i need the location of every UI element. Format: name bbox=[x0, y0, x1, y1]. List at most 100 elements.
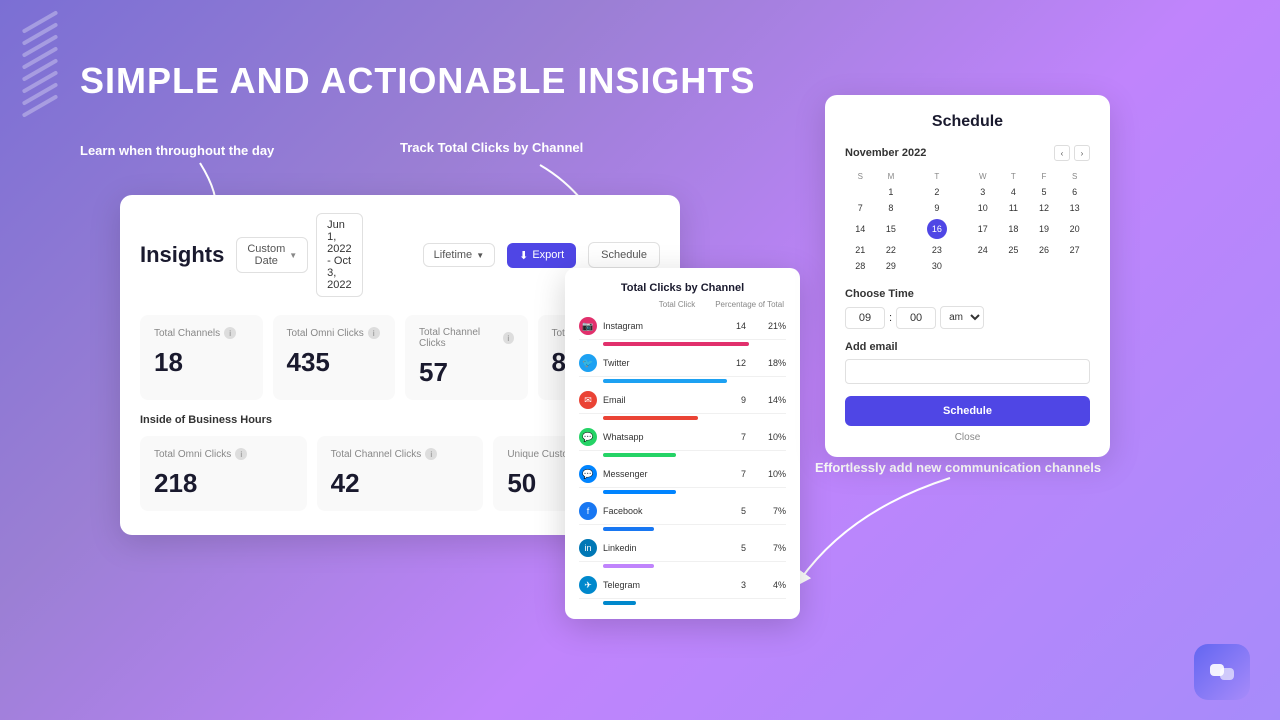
annotation-effortless-channels: Effortlessly add new communication chann… bbox=[815, 460, 1101, 475]
calendar-day[interactable]: 14 bbox=[845, 216, 876, 242]
metric-card-channel-biz: Total Channel Clicks i 42 bbox=[317, 436, 484, 511]
calendar-day[interactable]: 10 bbox=[967, 200, 998, 216]
calendar-day[interactable]: 3 bbox=[967, 184, 998, 200]
metric-value: 435 bbox=[287, 347, 382, 378]
channel-row: ✈ Telegram 3 4% bbox=[579, 572, 786, 609]
calendar-day[interactable]: 23 bbox=[906, 242, 967, 258]
info-icon: i bbox=[425, 448, 437, 460]
calendar-day[interactable]: 13 bbox=[1059, 200, 1090, 216]
metric-value: 18 bbox=[154, 347, 249, 378]
calendar-day[interactable]: 22 bbox=[876, 242, 907, 258]
calendar-day[interactable]: 21 bbox=[845, 242, 876, 258]
add-email-section: Add email bbox=[845, 341, 1090, 384]
calendar-body: 1234567891011121314151617181920212223242… bbox=[845, 184, 1090, 274]
metric-card-channel-clicks: Total Channel Clicks i 57 bbox=[405, 315, 528, 400]
custom-date-button[interactable]: Custom Date ▼ bbox=[236, 237, 308, 273]
calendar-day[interactable]: 9 bbox=[906, 200, 967, 216]
metric-value: 42 bbox=[331, 468, 470, 499]
metric-label: Total Channel Clicks i bbox=[331, 448, 470, 460]
logo-icon bbox=[1206, 656, 1238, 688]
calendar-day[interactable]: 2 bbox=[906, 184, 967, 200]
calendar-next-button[interactable]: › bbox=[1074, 145, 1090, 161]
calendar-day[interactable]: 15 bbox=[876, 216, 907, 242]
calendar-month: November 2022 bbox=[845, 147, 926, 159]
choose-time-label: Choose Time bbox=[845, 288, 1090, 300]
info-icon: i bbox=[368, 327, 380, 339]
channel-row: 📷 Instagram 14 21% bbox=[579, 313, 786, 350]
export-button[interactable]: ⬇ Export bbox=[507, 243, 576, 268]
calendar-day[interactable]: 17 bbox=[967, 216, 998, 242]
main-title: SIMPLE AND ACTIONABLE INSIGHTS bbox=[80, 60, 755, 102]
metric-label: Total Channels i bbox=[154, 327, 249, 339]
calendar-day[interactable]: 8 bbox=[876, 200, 907, 216]
calendar-day[interactable]: 29 bbox=[876, 258, 907, 274]
metric-value: 57 bbox=[419, 357, 514, 388]
schedule-panel: Schedule November 2022 ‹ › SMTWTFS 12345… bbox=[825, 95, 1110, 457]
calendar-day[interactable]: 5 bbox=[1029, 184, 1060, 200]
chevron-down-icon: ▼ bbox=[289, 251, 297, 260]
schedule-button[interactable]: Schedule bbox=[588, 242, 660, 268]
channel-row: ✉ Email 9 14% bbox=[579, 387, 786, 424]
annotation-track-clicks: Track Total Clicks by Channel bbox=[400, 140, 583, 155]
calendar-day[interactable]: 18 bbox=[998, 216, 1029, 242]
calendar-day[interactable]: 26 bbox=[1029, 242, 1060, 258]
calendar-day[interactable]: 24 bbox=[967, 242, 998, 258]
info-icon: i bbox=[235, 448, 247, 460]
calendar-day[interactable]: 16 bbox=[906, 216, 967, 242]
time-hour-input[interactable] bbox=[845, 307, 885, 329]
calendar-day[interactable]: 6 bbox=[1059, 184, 1090, 200]
calendar-day[interactable]: 11 bbox=[998, 200, 1029, 216]
calendar-nav: ‹ › bbox=[1054, 145, 1090, 161]
close-link[interactable]: Close bbox=[845, 432, 1090, 443]
time-separator: : bbox=[889, 312, 892, 324]
calendar-day bbox=[1059, 258, 1090, 274]
channels-list: 📷 Instagram 14 21% 🐦 Twitter 12 18% ✉ Em… bbox=[579, 313, 786, 609]
metric-value: 218 bbox=[154, 468, 293, 499]
channel-row: 💬 Messenger 7 10% bbox=[579, 461, 786, 498]
calendar-day[interactable]: 1 bbox=[876, 184, 907, 200]
metric-card-omni-biz: Total Omni Clicks i 218 bbox=[140, 436, 307, 511]
calendar-grid: SMTWTFS 12345678910111213141516171819202… bbox=[845, 169, 1090, 274]
calendar-day bbox=[998, 258, 1029, 274]
calendar-day[interactable]: 12 bbox=[1029, 200, 1060, 216]
calendar-prev-button[interactable]: ‹ bbox=[1054, 145, 1070, 161]
chevron-down-icon: ▼ bbox=[476, 251, 484, 260]
channel-row: in Linkedin 5 7% bbox=[579, 535, 786, 572]
calendar-day[interactable]: 7 bbox=[845, 200, 876, 216]
date-range-display: Jun 1, 2022 - Oct 3, 2022 bbox=[316, 213, 362, 297]
calendar-day bbox=[967, 258, 998, 274]
channel-row: 🐦 Twitter 12 18% bbox=[579, 350, 786, 387]
calendar-day bbox=[845, 184, 876, 200]
calendar-day[interactable]: 25 bbox=[998, 242, 1029, 258]
calendar-day[interactable]: 4 bbox=[998, 184, 1029, 200]
calendar-day[interactable]: 28 bbox=[845, 258, 876, 274]
calendar-day[interactable]: 20 bbox=[1059, 216, 1090, 242]
schedule-submit-button[interactable]: Schedule bbox=[845, 396, 1090, 426]
bottom-logo bbox=[1194, 644, 1250, 700]
metric-card-total-omni: Total Omni Clicks i 435 bbox=[273, 315, 396, 400]
ampm-select[interactable]: am pm bbox=[940, 306, 984, 329]
time-minute-input[interactable] bbox=[896, 307, 936, 329]
clicks-by-channel-panel: Total Clicks by Channel Total Click Perc… bbox=[565, 268, 800, 619]
info-icon: i bbox=[224, 327, 236, 339]
channel-row: f Facebook 5 7% bbox=[579, 498, 786, 535]
download-icon: ⬇ bbox=[519, 249, 528, 262]
calendar-header: November 2022 ‹ › bbox=[845, 145, 1090, 161]
insights-title: Insights bbox=[140, 242, 224, 268]
lifetime-button[interactable]: Lifetime ▼ bbox=[423, 243, 495, 267]
calendar-header-row: SMTWTFS bbox=[845, 169, 1090, 184]
calendar-day[interactable]: 27 bbox=[1059, 242, 1090, 258]
schedule-title: Schedule bbox=[845, 113, 1090, 131]
metric-card-total-channels: Total Channels i 18 bbox=[140, 315, 263, 400]
email-input[interactable] bbox=[845, 359, 1090, 384]
metric-label: Total Channel Clicks i bbox=[419, 327, 514, 349]
calendar-day bbox=[1029, 258, 1060, 274]
channel-row: 💬 Whatsapp 7 10% bbox=[579, 424, 786, 461]
choose-time-section: Choose Time : am pm bbox=[845, 288, 1090, 329]
calendar-day[interactable]: 30 bbox=[906, 258, 967, 274]
bg-decorative-lines bbox=[20, 20, 60, 108]
calendar-day[interactable]: 19 bbox=[1029, 216, 1060, 242]
add-email-label: Add email bbox=[845, 341, 1090, 353]
annotation-learn-when: Learn when throughout the day bbox=[80, 143, 274, 158]
info-icon: i bbox=[503, 332, 514, 344]
